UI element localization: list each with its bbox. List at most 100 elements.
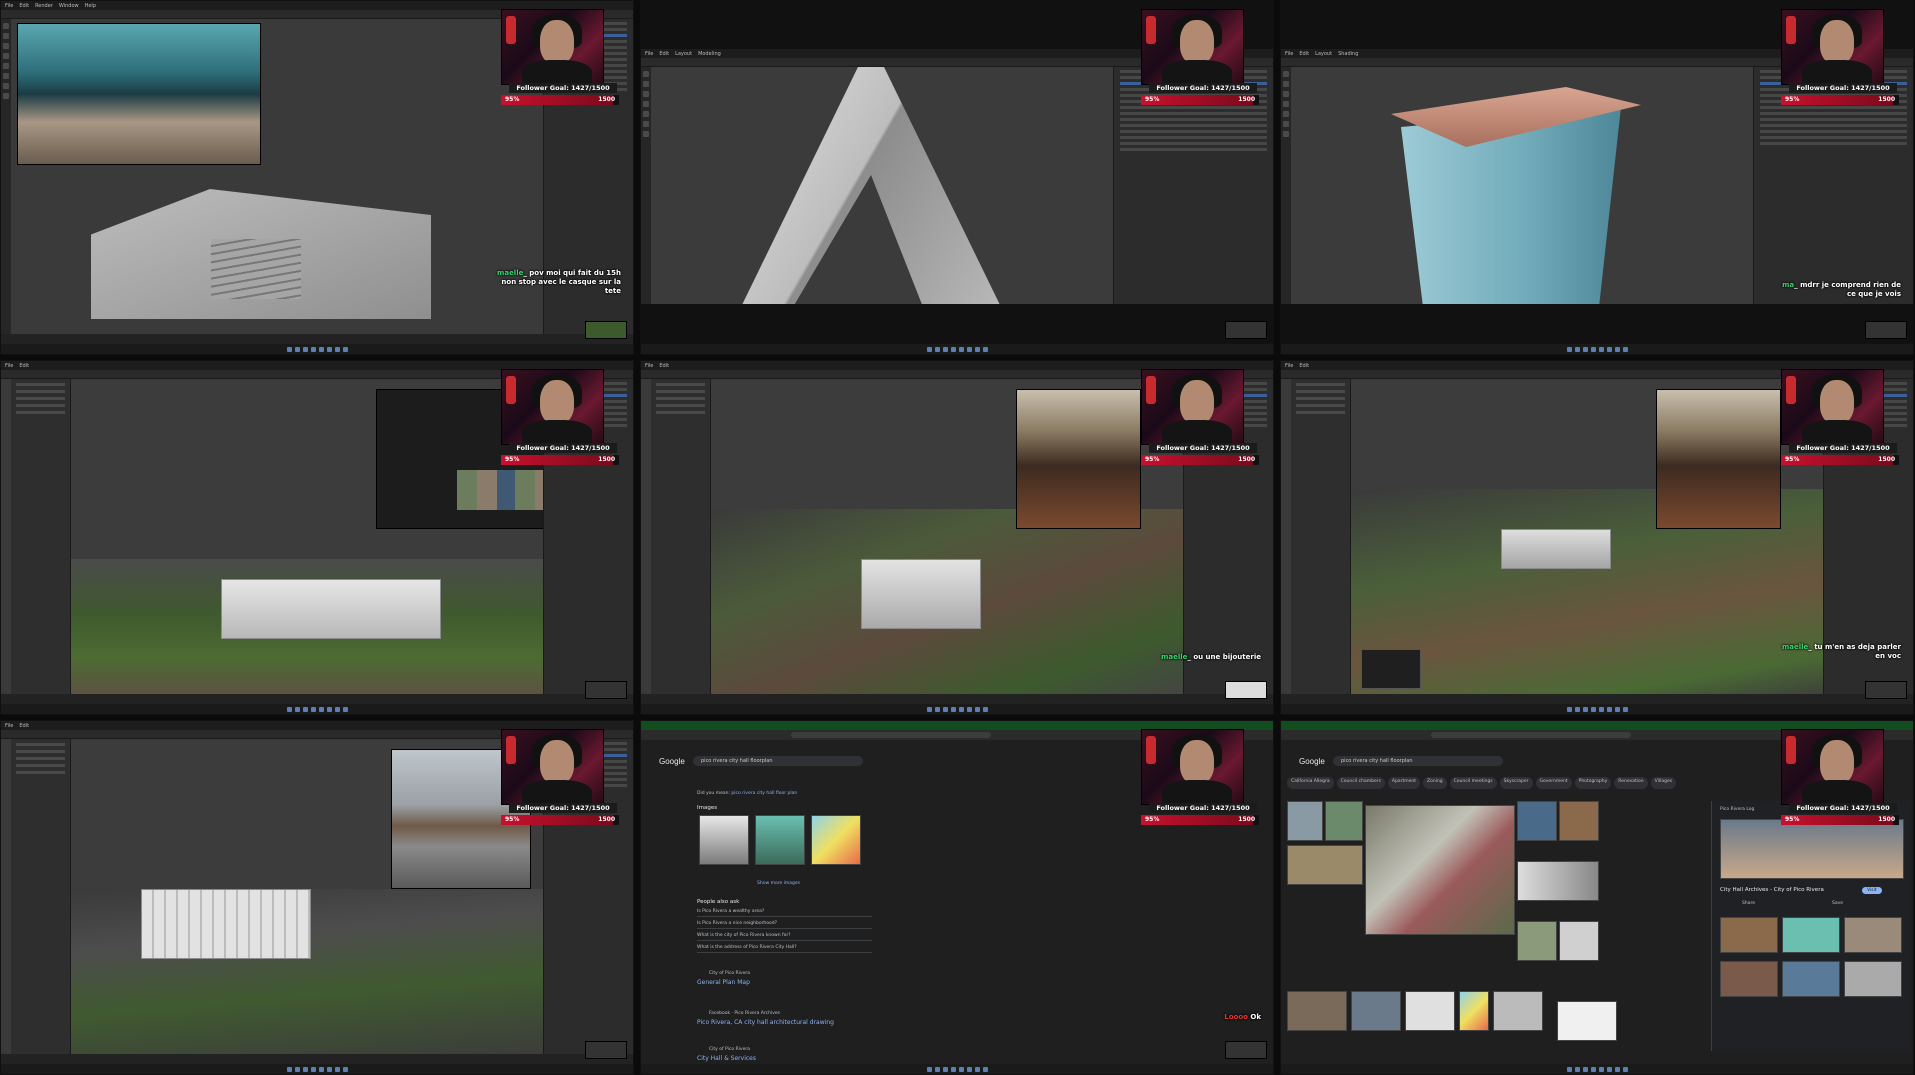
image-result[interactable] — [1559, 921, 1599, 961]
show-more-images[interactable]: Show more images — [757, 881, 800, 886]
menu-file[interactable]: File — [1285, 363, 1293, 369]
image-result[interactable] — [1287, 845, 1363, 885]
goal-target: 1500 — [598, 96, 615, 103]
file-browser-panel[interactable] — [651, 379, 711, 694]
menu-file[interactable]: File — [1285, 51, 1293, 57]
menu-file[interactable]: File — [645, 363, 653, 369]
menu-file[interactable]: File — [5, 3, 13, 9]
menu-modeling[interactable]: Modeling — [698, 51, 721, 57]
menu-layout[interactable]: Layout — [675, 51, 692, 57]
follower-goal-label: Follower Goal: 1427/1500 — [509, 803, 617, 813]
url-field[interactable] — [791, 732, 991, 738]
visit-button[interactable]: Visit — [1862, 887, 1882, 894]
menu-edit[interactable]: Edit — [659, 363, 669, 369]
image-result[interactable] — [1493, 991, 1543, 1031]
image-result[interactable] — [1287, 991, 1347, 1031]
menu-render[interactable]: Render — [35, 3, 53, 9]
menu-edit[interactable]: Edit — [1299, 51, 1309, 57]
aerial-image-result[interactable] — [1365, 805, 1515, 935]
filter-chip[interactable]: Apartment — [1387, 777, 1420, 789]
save-button[interactable]: Save — [1832, 901, 1843, 906]
chat-text: mdrr je comprend rien de ce que je vois — [1800, 281, 1901, 298]
tool-shelf[interactable] — [1281, 67, 1291, 304]
share-button[interactable]: Share — [1742, 901, 1755, 906]
windows-taskbar — [1, 344, 633, 354]
image-result[interactable] — [1517, 861, 1599, 901]
3d-viewport[interactable] — [1291, 67, 1753, 304]
paa-question[interactable]: What is the city of Pico Rivera known fo… — [697, 931, 872, 941]
people-also-ask-heading: People also ask — [697, 899, 740, 905]
menu-edit[interactable]: Edit — [19, 723, 29, 729]
goal-target: 1500 — [1878, 96, 1895, 103]
search-input[interactable]: pico rivera city hall floorplan — [693, 756, 863, 766]
result-title[interactable]: Pico Rivera, CA city hall architectural … — [697, 1019, 834, 1026]
image-result[interactable] — [1517, 801, 1557, 841]
file-browser-panel[interactable] — [1291, 379, 1351, 694]
filter-chip[interactable]: Photography — [1574, 777, 1612, 789]
menu-help[interactable]: Help — [85, 3, 96, 9]
paa-question[interactable]: Is Pico Rivera a nice neighborhood? — [697, 919, 872, 929]
google-logo[interactable]: Google — [659, 757, 685, 766]
related-image[interactable] — [1720, 917, 1778, 953]
image-result[interactable] — [1459, 991, 1489, 1031]
goal-percent: 95% — [505, 816, 520, 823]
filter-chip[interactable]: Villages — [1650, 777, 1677, 789]
3d-viewport[interactable] — [11, 19, 543, 334]
menu-shading[interactable]: Shading — [1338, 51, 1358, 57]
image-result[interactable] — [1287, 801, 1323, 841]
filter-chip[interactable]: Zoning — [1423, 777, 1447, 789]
filter-chip[interactable]: Council meetings — [1449, 777, 1497, 789]
search-input[interactable]: pico rivera city hall floorplan — [1333, 756, 1503, 766]
filter-chip[interactable]: Government — [1535, 777, 1572, 789]
tool-shelf[interactable] — [641, 67, 651, 304]
menu-window[interactable]: Window — [59, 3, 79, 9]
image-result[interactable] — [699, 815, 749, 865]
menu-edit[interactable]: Edit — [1299, 363, 1309, 369]
google-logo[interactable]: Google — [1299, 757, 1325, 766]
image-result[interactable] — [755, 815, 805, 865]
related-image[interactable] — [1844, 961, 1902, 997]
image-result[interactable] — [811, 815, 861, 865]
filter-chip[interactable]: Skyscraper — [1499, 777, 1533, 789]
image-result[interactable] — [1325, 801, 1363, 841]
paa-question[interactable]: What is the address of Pico Rivera City … — [697, 943, 872, 953]
menu-file[interactable]: File — [645, 51, 653, 57]
white-building-model — [1501, 529, 1611, 569]
filter-chip[interactable]: Council chambers — [1336, 777, 1385, 789]
white-building-model — [861, 559, 981, 629]
3d-viewport[interactable] — [651, 67, 1113, 304]
result-title[interactable]: General Plan Map — [697, 979, 750, 986]
follower-goal-label: Follower Goal: 1427/1500 — [509, 443, 617, 453]
related-image[interactable] — [1720, 961, 1778, 997]
url-field[interactable] — [1431, 732, 1631, 738]
related-image[interactable] — [1782, 917, 1840, 953]
side-panel-image[interactable] — [1720, 819, 1904, 879]
tool-shelf[interactable] — [1, 19, 11, 334]
side-panel-source[interactable]: Pico Rivera Log — [1720, 807, 1754, 812]
menu-edit[interactable]: Edit — [19, 3, 29, 9]
image-result[interactable] — [1517, 921, 1557, 961]
filter-chip[interactable]: Renovation — [1614, 777, 1648, 789]
file-browser-panel[interactable] — [11, 379, 71, 694]
image-result[interactable] — [1351, 991, 1401, 1031]
menu-edit[interactable]: Edit — [659, 51, 669, 57]
menu-edit[interactable]: Edit — [19, 363, 29, 369]
context-menu[interactable] — [1361, 649, 1421, 689]
floorplan-image-result[interactable] — [1557, 1001, 1617, 1041]
menu-file[interactable]: File — [5, 363, 13, 369]
side-panel-title[interactable]: City Hall Archives - City of Pico Rivera — [1720, 887, 1824, 893]
filter-chip[interactable]: California Allegra — [1287, 777, 1334, 789]
related-image[interactable] — [1844, 917, 1902, 953]
image-result[interactable] — [1559, 801, 1599, 841]
related-image[interactable] — [1782, 961, 1840, 997]
goal-percent: 95% — [1785, 96, 1800, 103]
result-title[interactable]: City Hall & Services — [697, 1055, 756, 1062]
file-browser-panel[interactable] — [11, 739, 71, 1054]
did-you-mean[interactable]: Did you mean: pico rivera city hall floo… — [697, 791, 797, 796]
image-result[interactable] — [1405, 991, 1455, 1031]
goal-percent: 95% — [1145, 816, 1160, 823]
menu-layout[interactable]: Layout — [1315, 51, 1332, 57]
paa-question[interactable]: Is Pico Rivera a wealthy area? — [697, 907, 872, 917]
follower-goal-bar: 95% 1500 — [501, 95, 619, 105]
menu-file[interactable]: File — [5, 723, 13, 729]
